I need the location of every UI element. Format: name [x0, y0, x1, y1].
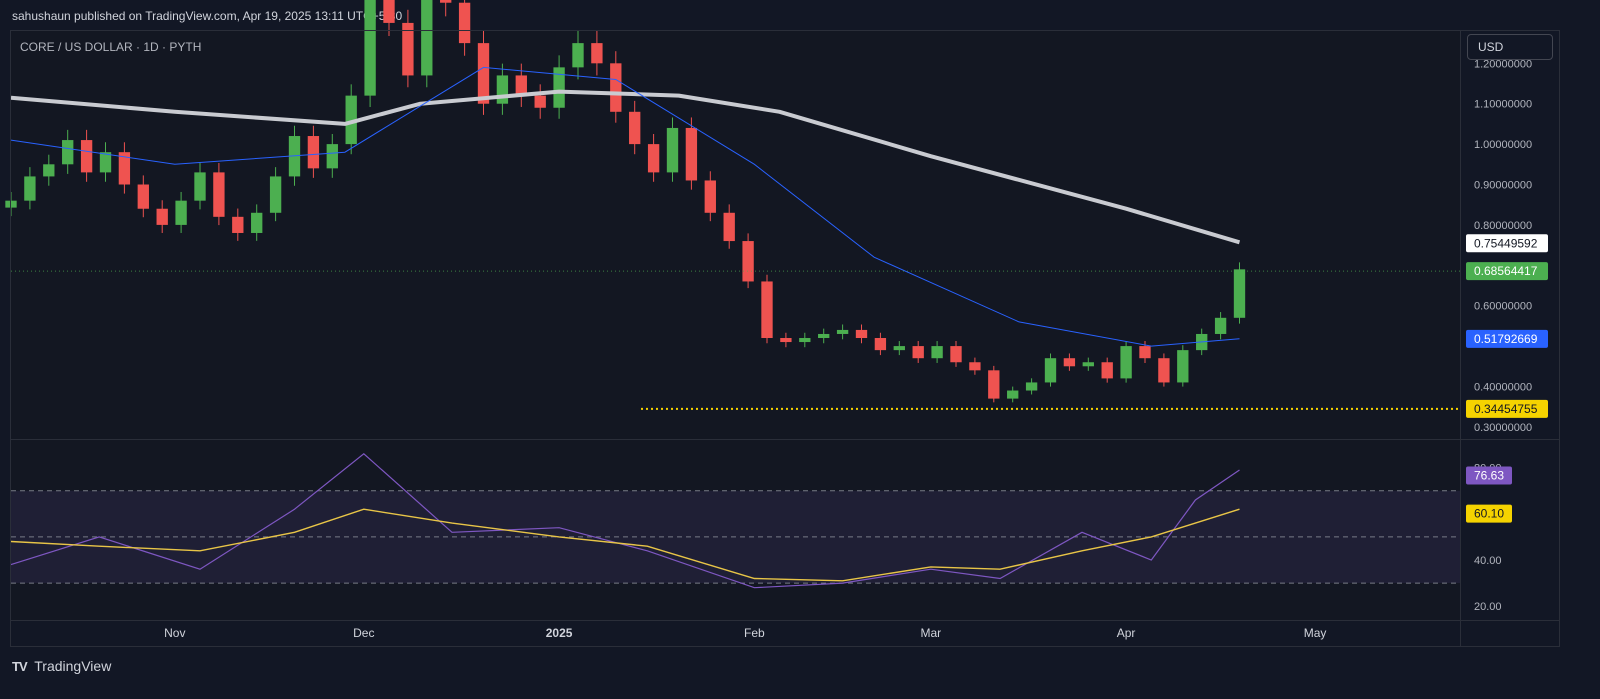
chart-frame: [10, 30, 1560, 647]
brand-name: TradingView: [34, 658, 112, 674]
symbol-label: CORE / US DOLLAR · 1D · PYTH: [20, 40, 202, 54]
candle-body: [383, 0, 395, 23]
candle-body: [440, 0, 452, 3]
tradingview-logo-icon: TV: [12, 659, 28, 674]
footer-brand: TV TradingView: [12, 658, 111, 674]
currency-button[interactable]: USD: [1467, 34, 1553, 60]
candle: [440, 0, 452, 17]
